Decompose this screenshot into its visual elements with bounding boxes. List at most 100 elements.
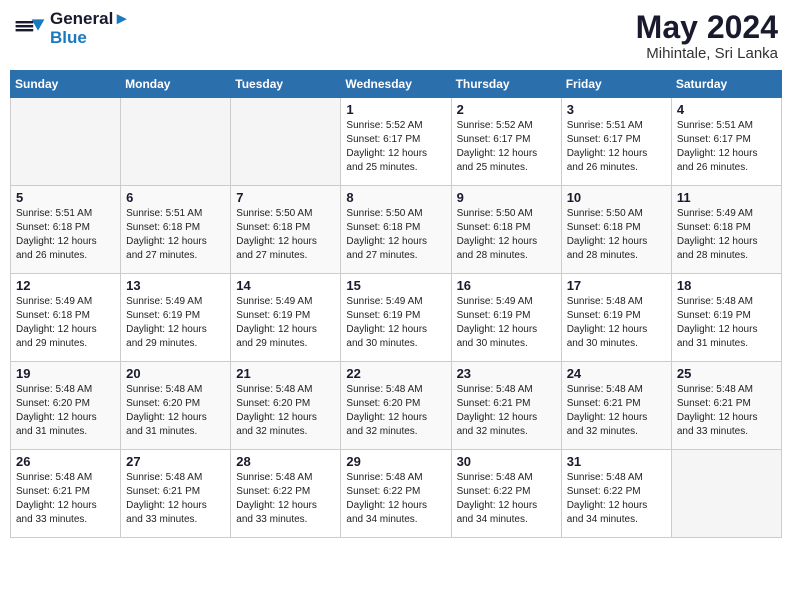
day-number: 13 xyxy=(126,278,225,293)
day-info: Sunrise: 5:48 AMSunset: 6:21 PMDaylight:… xyxy=(16,471,115,527)
table-row: 3Sunrise: 5:51 AMSunset: 6:17 PMDaylight… xyxy=(561,98,671,186)
day-info: Sunrise: 5:48 AMSunset: 6:19 PMDaylight:… xyxy=(677,295,776,351)
day-info: Sunrise: 5:48 AMSunset: 6:22 PMDaylight:… xyxy=(346,471,445,527)
day-info: Sunrise: 5:48 AMSunset: 6:21 PMDaylight:… xyxy=(457,383,556,439)
table-row: 9Sunrise: 5:50 AMSunset: 6:18 PMDaylight… xyxy=(451,186,561,274)
day-info: Sunrise: 5:49 AMSunset: 6:19 PMDaylight:… xyxy=(236,295,335,351)
day-info: Sunrise: 5:51 AMSunset: 6:17 PMDaylight:… xyxy=(677,119,776,175)
day-number: 31 xyxy=(567,454,666,469)
day-info: Sunrise: 5:49 AMSunset: 6:19 PMDaylight:… xyxy=(346,295,445,351)
table-row xyxy=(121,98,231,186)
day-number: 1 xyxy=(346,102,445,117)
table-row: 21Sunrise: 5:48 AMSunset: 6:20 PMDayligh… xyxy=(231,362,341,450)
day-info: Sunrise: 5:48 AMSunset: 6:21 PMDaylight:… xyxy=(126,471,225,527)
table-row: 13Sunrise: 5:49 AMSunset: 6:19 PMDayligh… xyxy=(121,274,231,362)
day-number: 8 xyxy=(346,190,445,205)
header-monday: Monday xyxy=(121,71,231,98)
table-row: 19Sunrise: 5:48 AMSunset: 6:20 PMDayligh… xyxy=(11,362,121,450)
day-number: 26 xyxy=(16,454,115,469)
calendar-week-row: 1 Sunrise: 5:52 AMSunset: 6:17 PMDaylight… xyxy=(11,98,782,186)
calendar-table: Sunday Monday Tuesday Wednesday Thursday… xyxy=(10,70,782,538)
day-number: 15 xyxy=(346,278,445,293)
table-row: 31 Sunrise: 5:48 AMSunset: 6:22 PMDayligh… xyxy=(561,450,671,538)
table-row: 30 Sunrise: 5:48 AMSunset: 6:22 PMDayligh… xyxy=(451,450,561,538)
day-info: Sunrise: 5:48 AMSunset: 6:19 PMDaylight:… xyxy=(567,295,666,351)
day-number: 10 xyxy=(567,190,666,205)
day-number: 24 xyxy=(567,366,666,381)
page-header: General► Blue May 2024 Mihintale, Sri La… xyxy=(10,10,782,62)
table-row: 25 Sunrise: 5:48 AMSunset: 6:21 PMDayligh… xyxy=(671,362,781,450)
header-tuesday: Tuesday xyxy=(231,71,341,98)
table-row: 11 Sunrise: 5:49 AMSunset: 6:18 PMDayligh… xyxy=(671,186,781,274)
day-number: 7 xyxy=(236,190,335,205)
table-row: 18Sunrise: 5:48 AMSunset: 6:19 PMDayligh… xyxy=(671,274,781,362)
table-row: 5 Sunrise: 5:51 AMSunset: 6:18 PMDaylight… xyxy=(11,186,121,274)
day-info: Sunrise: 5:50 AMSunset: 6:18 PMDaylight:… xyxy=(236,207,335,263)
day-info: Sunrise: 5:48 AMSunset: 6:21 PMDaylight:… xyxy=(567,383,666,439)
header-thursday: Thursday xyxy=(451,71,561,98)
day-number: 2 xyxy=(457,102,556,117)
day-number: 12 xyxy=(16,278,115,293)
table-row: 27 Sunrise: 5:48 AMSunset: 6:21 PMDayligh… xyxy=(121,450,231,538)
day-number: 11 xyxy=(677,190,776,205)
day-number: 20 xyxy=(126,366,225,381)
table-row: 1 Sunrise: 5:52 AMSunset: 6:17 PMDaylight… xyxy=(341,98,451,186)
day-info: Sunrise: 5:48 AMSunset: 6:20 PMDaylight:… xyxy=(16,383,115,439)
logo-text: General► Blue xyxy=(50,10,130,47)
table-row: 14 Sunrise: 5:49 AMSunset: 6:19 PMDayligh… xyxy=(231,274,341,362)
day-number: 21 xyxy=(236,366,335,381)
day-number: 29 xyxy=(346,454,445,469)
table-row: 28Sunrise: 5:48 AMSunset: 6:22 PMDayligh… xyxy=(231,450,341,538)
location: Mihintale, Sri Lanka xyxy=(636,45,778,62)
day-info: Sunrise: 5:48 AMSunset: 6:20 PMDaylight:… xyxy=(126,383,225,439)
day-number: 25 xyxy=(677,366,776,381)
calendar-week-row: 19Sunrise: 5:48 AMSunset: 6:20 PMDayligh… xyxy=(11,362,782,450)
table-row: 10Sunrise: 5:50 AMSunset: 6:18 PMDayligh… xyxy=(561,186,671,274)
calendar-week-row: 12 Sunrise: 5:49 AMSunset: 6:18 PMDayligh… xyxy=(11,274,782,362)
day-info: Sunrise: 5:51 AMSunset: 6:18 PMDaylight:… xyxy=(16,207,115,263)
header-saturday: Saturday xyxy=(671,71,781,98)
table-row: 6 Sunrise: 5:51 AMSunset: 6:18 PMDaylight… xyxy=(121,186,231,274)
month-title: May 2024 xyxy=(636,10,778,45)
day-info: Sunrise: 5:51 AMSunset: 6:18 PMDaylight:… xyxy=(126,207,225,263)
day-number: 23 xyxy=(457,366,556,381)
day-info: Sunrise: 5:48 AMSunset: 6:20 PMDaylight:… xyxy=(346,383,445,439)
day-info: Sunrise: 5:50 AMSunset: 6:18 PMDaylight:… xyxy=(457,207,556,263)
day-info: Sunrise: 5:48 AMSunset: 6:21 PMDaylight:… xyxy=(677,383,776,439)
day-number: 6 xyxy=(126,190,225,205)
table-row: 4 Sunrise: 5:51 AMSunset: 6:17 PMDaylight… xyxy=(671,98,781,186)
day-number: 5 xyxy=(16,190,115,205)
day-info: Sunrise: 5:52 AMSunset: 6:17 PMDaylight:… xyxy=(346,119,445,175)
header-wednesday: Wednesday xyxy=(341,71,451,98)
header-sunday: Sunday xyxy=(11,71,121,98)
day-info: Sunrise: 5:48 AMSunset: 6:22 PMDaylight:… xyxy=(567,471,666,527)
calendar-week-row: 5 Sunrise: 5:51 AMSunset: 6:18 PMDaylight… xyxy=(11,186,782,274)
calendar-header-row: Sunday Monday Tuesday Wednesday Thursday… xyxy=(11,71,782,98)
table-row: 8 Sunrise: 5:50 AMSunset: 6:18 PMDaylight… xyxy=(341,186,451,274)
day-number: 30 xyxy=(457,454,556,469)
table-row: 15 Sunrise: 5:49 AMSunset: 6:19 PMDayligh… xyxy=(341,274,451,362)
table-row xyxy=(671,450,781,538)
table-row: 7 Sunrise: 5:50 AMSunset: 6:18 PMDaylight… xyxy=(231,186,341,274)
table-row: 26 Sunrise: 5:48 AMSunset: 6:21 PMDayligh… xyxy=(11,450,121,538)
day-number: 28 xyxy=(236,454,335,469)
table-row: 24 Sunrise: 5:48 AMSunset: 6:21 PMDayligh… xyxy=(561,362,671,450)
day-info: Sunrise: 5:48 AMSunset: 6:22 PMDaylight:… xyxy=(457,471,556,527)
table-row: 22 Sunrise: 5:48 AMSunset: 6:20 PMDayligh… xyxy=(341,362,451,450)
day-number: 27 xyxy=(126,454,225,469)
day-number: 22 xyxy=(346,366,445,381)
day-number: 17 xyxy=(567,278,666,293)
day-number: 3 xyxy=(567,102,666,117)
table-row: 20 Sunrise: 5:48 AMSunset: 6:20 PMDayligh… xyxy=(121,362,231,450)
table-row: 2 Sunrise: 5:52 AMSunset: 6:17 PMDaylight… xyxy=(451,98,561,186)
day-info: Sunrise: 5:49 AMSunset: 6:18 PMDaylight:… xyxy=(677,207,776,263)
day-info: Sunrise: 5:50 AMSunset: 6:18 PMDaylight:… xyxy=(346,207,445,263)
calendar-week-row: 26 Sunrise: 5:48 AMSunset: 6:21 PMDayligh… xyxy=(11,450,782,538)
header-friday: Friday xyxy=(561,71,671,98)
day-info: Sunrise: 5:49 AMSunset: 6:18 PMDaylight:… xyxy=(16,295,115,351)
logo-icon xyxy=(14,13,46,45)
day-number: 14 xyxy=(236,278,335,293)
table-row: 12 Sunrise: 5:49 AMSunset: 6:18 PMDayligh… xyxy=(11,274,121,362)
day-number: 4 xyxy=(677,102,776,117)
day-info: Sunrise: 5:52 AMSunset: 6:17 PMDaylight:… xyxy=(457,119,556,175)
